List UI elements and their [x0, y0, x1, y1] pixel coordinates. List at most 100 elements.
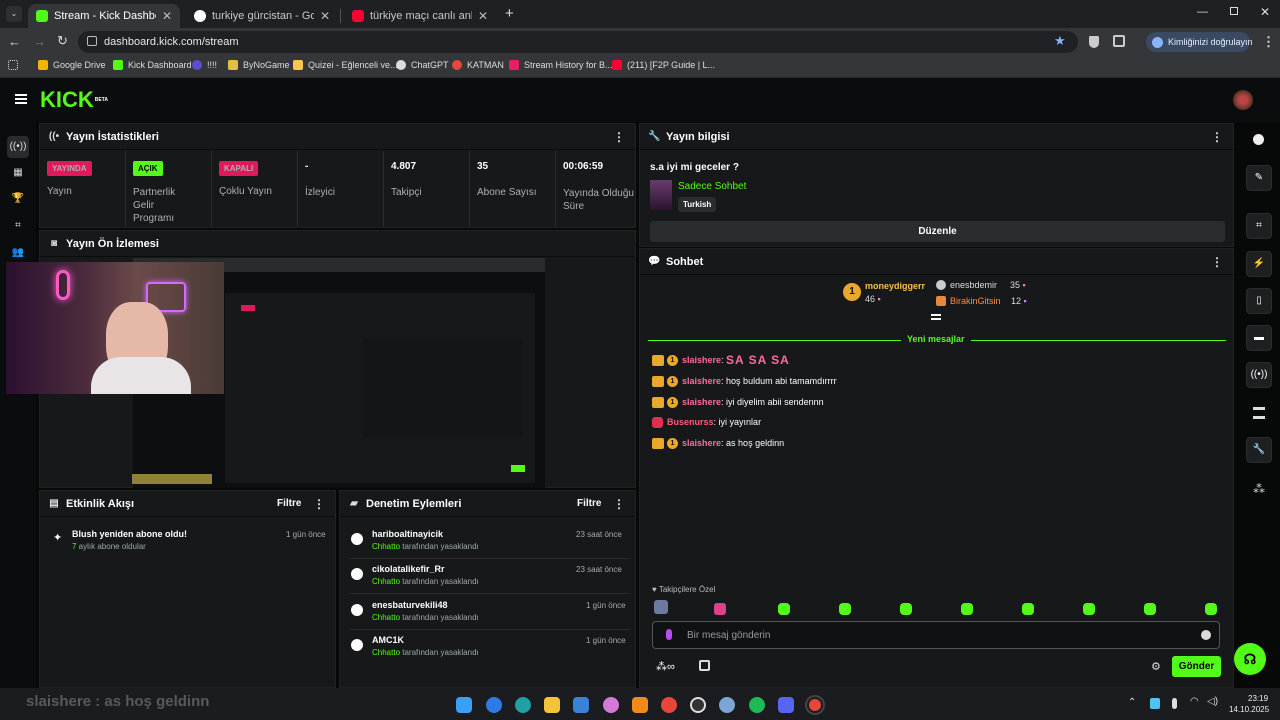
support-headset-button[interactable]: ☊	[1234, 643, 1266, 675]
send-button[interactable]: Gönder	[1172, 656, 1221, 677]
reload-icon[interactable]: ↻	[57, 33, 68, 49]
restore-icon[interactable]	[1230, 7, 1238, 15]
file-explorer-icon[interactable]	[544, 697, 560, 713]
more-options-icon[interactable]: ⋮	[1211, 255, 1223, 269]
emote-green-icon[interactable]	[1205, 603, 1217, 615]
tab-google-search[interactable]: turkiye gürcistan - Google'da Ar ✕	[186, 4, 338, 28]
wifi-icon[interactable]: ◠	[1190, 696, 1199, 707]
emote-avatar-icon[interactable]	[654, 600, 668, 614]
clock-time[interactable]: 23:19	[1248, 694, 1268, 703]
layers-icon[interactable]	[1253, 407, 1265, 419]
microphone-icon[interactable]	[666, 629, 672, 640]
start-windows-icon[interactable]	[456, 697, 472, 713]
users-icon[interactable]: 👥	[11, 246, 25, 260]
obs-icon[interactable]	[690, 697, 706, 713]
chat-username[interactable]: slaishere	[682, 397, 721, 407]
filter-button[interactable]: Filtre	[277, 498, 301, 509]
vlc-icon[interactable]	[632, 697, 648, 713]
lightning-icon[interactable]: ⚡	[1246, 251, 1272, 277]
stream-nav-icon[interactable]: ((•))	[7, 136, 29, 158]
chat-username[interactable]: slaishere	[682, 355, 721, 365]
clock-date[interactable]: 14.10.2025	[1229, 705, 1269, 714]
chat-username[interactable]: slaishere	[682, 438, 721, 448]
emote-pink-icon[interactable]	[714, 603, 726, 615]
info-icon[interactable]	[1253, 134, 1264, 145]
community-icon[interactable]: ⁂	[1253, 482, 1265, 496]
top-gifter-2-name[interactable]: enesbdemir	[950, 280, 997, 290]
edit-button[interactable]: Düzenle	[650, 221, 1225, 242]
minimize-icon[interactable]: —	[1197, 6, 1208, 18]
verify-identity-button[interactable]: Kimliğinizi doğrulayın	[1146, 32, 1250, 52]
tab-youtube[interactable]: türkiye maçı canlı anlatım - You ✕	[344, 4, 496, 28]
profile-avatar[interactable]	[1233, 90, 1253, 110]
broadcast-tool-icon[interactable]: ((•))	[1246, 362, 1272, 388]
store-icon[interactable]	[699, 660, 710, 671]
analytics-icon[interactable]: ▦	[11, 166, 25, 180]
top-gifter-3-name[interactable]: BirakinGitsin	[950, 296, 1001, 306]
extensions-icon[interactable]	[1113, 35, 1125, 47]
address-bar[interactable]: dashboard.kick.com/stream ★	[78, 31, 1078, 53]
scan-icon[interactable]: ⌗	[11, 219, 25, 233]
emote-green-icon[interactable]	[1083, 603, 1095, 615]
more-options-icon[interactable]: ⋮	[613, 497, 625, 511]
category-link[interactable]: Sadece Sohbet	[678, 181, 746, 192]
app-icon[interactable]	[486, 697, 502, 713]
document-icon[interactable]: ▯	[1246, 288, 1272, 314]
emote-green-icon[interactable]	[1022, 603, 1034, 615]
close-icon[interactable]: ✕	[320, 9, 330, 23]
more-options-icon[interactable]: ⋮	[313, 497, 325, 511]
settings-gear-icon[interactable]: ⚙	[1151, 660, 1161, 673]
chat-input[interactable]: Bir mesaj gönderin	[652, 621, 1220, 649]
discord-icon[interactable]	[778, 697, 794, 713]
chat-tool-icon[interactable]: ▬	[1246, 325, 1272, 351]
emote-green-icon[interactable]	[900, 603, 912, 615]
filter-button[interactable]: Filtre	[577, 498, 601, 509]
copilot-icon[interactable]	[603, 697, 619, 713]
bookmark-bynogame[interactable]: ByNoGame	[228, 60, 290, 70]
emote-green-icon[interactable]	[778, 603, 790, 615]
new-tab-button[interactable]: +	[505, 5, 514, 22]
settings-app-icon[interactable]	[719, 697, 735, 713]
emote-green-icon[interactable]	[1144, 603, 1156, 615]
bookmark-stream-history[interactable]: Stream History for B...	[509, 60, 613, 70]
wrench-tool-icon[interactable]: 🔧	[1246, 437, 1272, 463]
chat-users-icon[interactable]: ⁂∞	[656, 660, 675, 673]
spotify-icon[interactable]	[749, 697, 765, 713]
hamburger-menu-icon[interactable]	[15, 94, 27, 104]
kick-logo[interactable]: KICKBETA	[40, 88, 108, 112]
edge-icon[interactable]	[515, 697, 531, 713]
bookmark-star-icon[interactable]: ★	[1054, 33, 1066, 49]
emote-green-icon[interactable]	[961, 603, 973, 615]
mic-tray-icon[interactable]	[1172, 698, 1177, 709]
chat-username[interactable]: Busenurss	[667, 417, 714, 427]
close-icon[interactable]: ✕	[478, 9, 488, 23]
trophy-icon[interactable]: 🏆	[11, 192, 25, 206]
browser-menu-icon[interactable]: ⋮	[1262, 34, 1275, 50]
emote-green-icon[interactable]	[839, 603, 851, 615]
tray-chevron-icon[interactable]: ⌃	[1128, 697, 1136, 708]
bookmark-google-drive[interactable]: Google Drive	[38, 60, 106, 70]
chrome-active-icon[interactable]	[807, 697, 823, 713]
shield-extension-icon[interactable]	[1089, 36, 1099, 48]
bookmark-kick-dashboard[interactable]: Kick Dashboard	[113, 60, 192, 70]
back-icon[interactable]: ←	[8, 34, 21, 49]
forward-icon[interactable]: →	[33, 34, 46, 49]
bookmark-exclaim[interactable]: !!!!	[192, 60, 217, 70]
bookmark-katman[interactable]: KATMAN	[452, 60, 504, 70]
apps-grid-icon[interactable]	[8, 60, 23, 70]
collapse-gifters-icon[interactable]	[931, 314, 941, 320]
bookmark-chatgpt[interactable]: ChatGPT	[396, 60, 449, 70]
bookmark-quizei[interactable]: Quizei - Eğlenceli ve...	[293, 60, 398, 70]
tab-search-button[interactable]: ⌄	[6, 6, 22, 22]
security-tray-icon[interactable]	[1150, 698, 1160, 709]
volume-icon[interactable]: ◁)	[1207, 696, 1218, 707]
edit-pencil-icon[interactable]: ✎	[1246, 165, 1272, 191]
emoji-icon[interactable]	[1201, 630, 1211, 640]
bookmark-youtube[interactable]: (211) [F2P Guide | L...	[612, 60, 715, 70]
tab-kick-dashboard[interactable]: Stream - Kick Dashboard ✕	[28, 4, 180, 28]
site-info-icon[interactable]	[87, 36, 97, 46]
top-gifter-1-name[interactable]: moneydiggerr	[865, 281, 925, 291]
close-window-icon[interactable]: ✕	[1260, 5, 1270, 19]
close-icon[interactable]: ✕	[162, 9, 172, 23]
chat-username[interactable]: slaishere	[682, 376, 721, 386]
